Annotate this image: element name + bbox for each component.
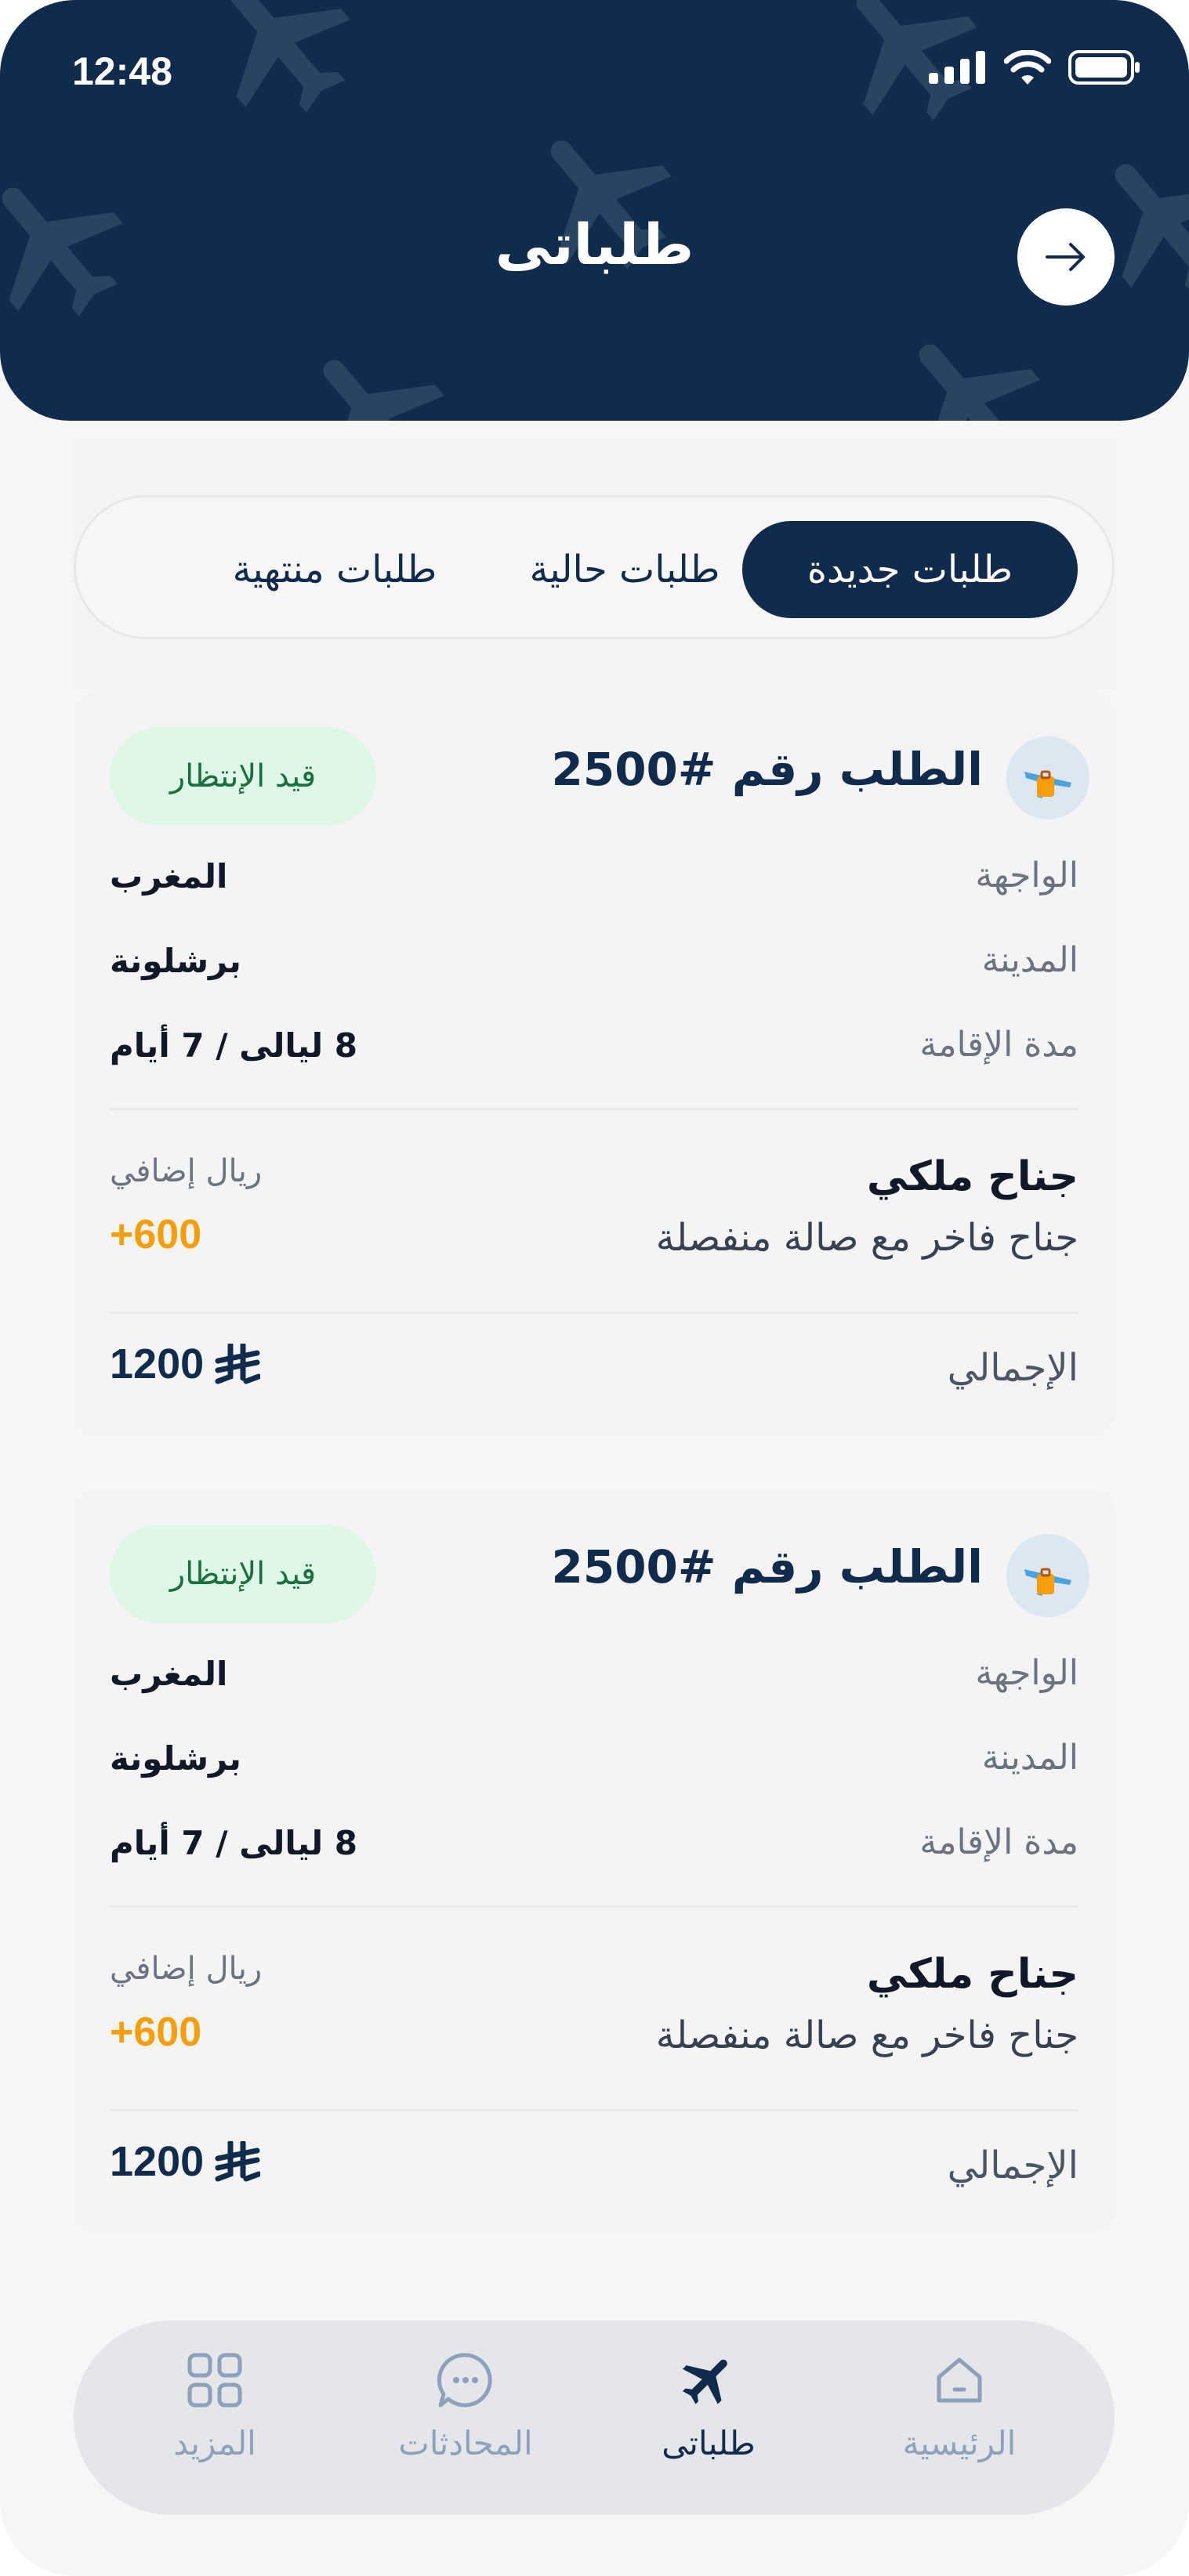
app-screen: 12:48 طلباتى طلبات جديدة طلبات حالية طلب… [0, 0, 1189, 2576]
total-amount: 1200 [110, 2137, 261, 2186]
status-badge: قيد الإنتظار [110, 727, 376, 826]
status-bar-icons [929, 50, 1140, 85]
total-value: 1200 [110, 2138, 205, 2185]
nav-item-orders[interactable]: طلباتى [607, 2347, 810, 2488]
background-plane-icon [919, 344, 1040, 421]
tab-current-orders[interactable]: طلبات حالية [515, 521, 734, 618]
order-tabs: طلبات جديدة طلبات حالية طلبات منتهية [74, 495, 1115, 639]
nav-label-more: المزيد [173, 2424, 256, 2462]
stay-duration-label: مدة الإقامة [919, 1822, 1078, 1862]
destination-value: المغرب [110, 1655, 228, 1693]
nav-item-chats[interactable]: المحادثات [364, 2347, 567, 2488]
tab-new-orders[interactable]: طلبات جديدة [742, 521, 1078, 618]
total-amount: 1200 [110, 1340, 261, 1388]
home-icon [937, 2357, 982, 2403]
extra-price-value: +600 [110, 1212, 202, 1257]
city-label: المدينة [981, 940, 1078, 980]
extra-price-label: ريال إضافي [110, 1951, 263, 1987]
city-value: برشلونة [110, 1739, 241, 1778]
divider [110, 2109, 1078, 2111]
plane-luggage-icon [1024, 770, 1071, 798]
arrow-right-icon [1046, 243, 1085, 271]
battery-icon [1068, 50, 1140, 85]
plane-luggage-icon [1024, 1568, 1071, 1596]
stay-duration-label: مدة الإقامة [919, 1025, 1078, 1065]
suite-description: جناح فاخر مع صالة منفصلة [655, 2013, 1078, 2057]
suite-name: جناح ملكي [866, 1951, 1078, 1998]
nav-item-home[interactable]: الرئيسية [857, 2347, 1061, 2488]
riyal-currency-icon [215, 1344, 261, 1384]
order-number-title: الطلب رقم #2500 [551, 1540, 983, 1594]
order-card[interactable]: الطلب رقم #2500 قيد الإنتظار الواجهة الم… [74, 691, 1115, 1437]
divider [110, 1905, 1078, 1908]
nav-label-chats: المحادثات [398, 2424, 533, 2462]
nav-label-home: الرئيسية [902, 2424, 1017, 2462]
order-number-title: الطلب رقم #2500 [551, 743, 983, 796]
bottom-navigation: الرئيسية طلباتى المحادثات المزيد [74, 2321, 1115, 2515]
destination-label: الواجهة [975, 856, 1078, 895]
travel-luggage-icon [1006, 1534, 1089, 1617]
nav-label-orders: طلباتى [662, 2424, 756, 2462]
total-label: الإجمالي [947, 2144, 1078, 2187]
tab-finished-orders[interactable]: طلبات منتهية [170, 521, 499, 618]
page-title: طلباتى [495, 212, 694, 277]
city-value: برشلونة [110, 942, 241, 980]
stay-duration-value: 8 ليالى / 7 أيام [110, 1824, 357, 1862]
signal-icon [929, 51, 985, 84]
city-label: المدينة [981, 1738, 1078, 1778]
stay-duration-value: 8 ليالى / 7 أيام [110, 1026, 357, 1065]
travel-luggage-icon [1006, 736, 1089, 819]
background-plane-icon [229, 0, 350, 113]
nav-item-more[interactable]: المزيد [113, 2347, 317, 2488]
background-plane-icon [323, 360, 444, 421]
suite-name: جناح ملكي [866, 1153, 1078, 1200]
divider [110, 1312, 1078, 1314]
status-bar-time: 12:48 [72, 49, 172, 93]
suite-description: جناح فاخر مع صالة منفصلة [655, 1216, 1078, 1260]
wifi-icon [1004, 50, 1051, 85]
extra-price-label: ريال إضافي [110, 1153, 263, 1189]
grid-icon [187, 2353, 242, 2408]
total-value: 1200 [110, 1340, 205, 1387]
total-label: الإجمالي [947, 1346, 1078, 1390]
divider [110, 1108, 1078, 1110]
destination-value: المغرب [110, 857, 228, 895]
header: 12:48 طلباتى [0, 0, 1189, 421]
order-card[interactable]: الطلب رقم #2500 قيد الإنتظار الواجهة الم… [74, 1489, 1115, 2234]
extra-price-value: +600 [110, 2010, 202, 2055]
airplane-icon [683, 2359, 727, 2404]
destination-label: الواجهة [975, 1653, 1078, 1693]
riyal-currency-icon [215, 2141, 261, 2182]
status-badge: قيد الإنتظار [110, 1525, 376, 1623]
back-button[interactable] [1017, 208, 1115, 306]
chat-icon [437, 2353, 492, 2408]
